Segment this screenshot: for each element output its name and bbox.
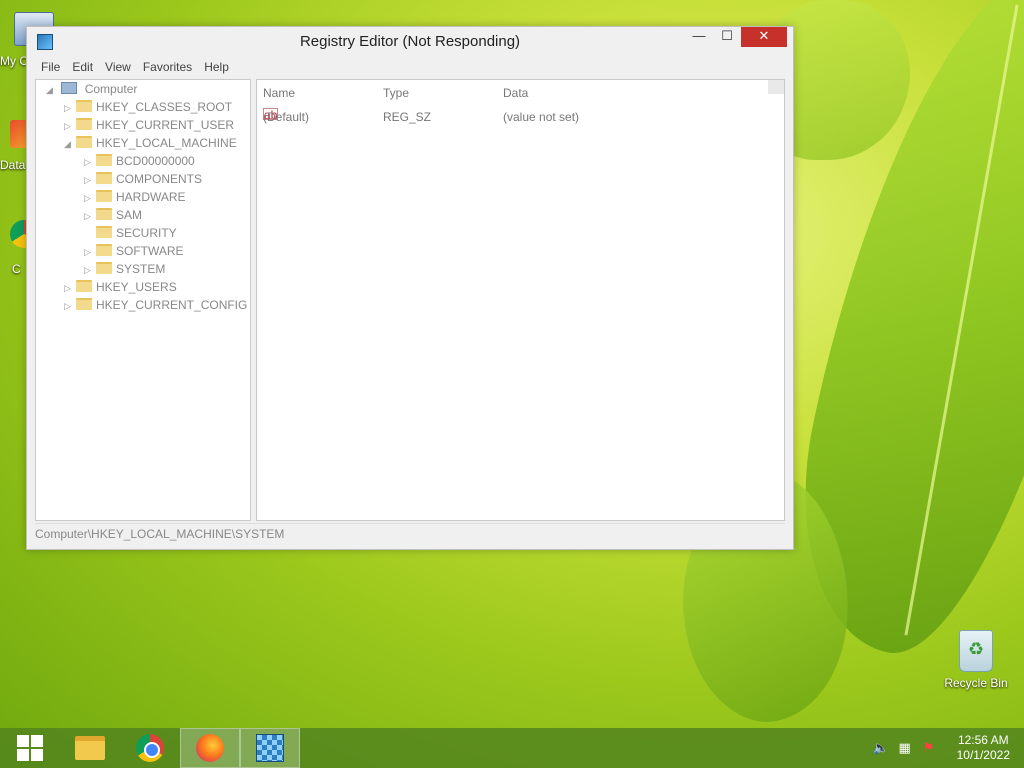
tree-item-components[interactable]: ▷ COMPONENTS xyxy=(84,170,202,188)
tree-item-label: SAM xyxy=(116,208,143,222)
taskbar-registry-editor[interactable] xyxy=(240,728,300,768)
scrollbar-corner xyxy=(768,80,784,94)
firefox-icon xyxy=(196,734,224,762)
tree-item-label: HKEY_CLASSES_ROOT xyxy=(96,100,233,114)
expand-arrow-icon[interactable]: ▷ xyxy=(84,171,96,189)
folder-icon xyxy=(96,208,112,220)
recycle-bin-icon xyxy=(959,630,993,672)
tree-item-hkey-users[interactable]: ▷ HKEY_USERS xyxy=(64,278,177,296)
desktop-icon-recycle-bin[interactable]: Recycle Bin xyxy=(944,630,1008,690)
folder-icon xyxy=(76,100,92,112)
tree-item-label: HKEY_LOCAL_MACHINE xyxy=(96,136,237,150)
folder-icon xyxy=(76,118,92,130)
tree-item-software[interactable]: ▷ SOFTWARE xyxy=(84,242,184,260)
expand-arrow-icon[interactable]: ▷ xyxy=(64,297,76,315)
registry-editor-window[interactable]: Registry Editor (Not Responding) — ☐ ✕ F… xyxy=(26,26,794,550)
clock-time: 12:56 AM xyxy=(957,733,1009,747)
expand-arrow-icon[interactable]: ▷ xyxy=(84,207,96,225)
window-title: Registry Editor (Not Responding) xyxy=(299,33,521,50)
collapse-arrow-icon[interactable]: ◢ xyxy=(46,81,58,99)
tree-item-security[interactable]: SECURITY xyxy=(84,224,177,242)
tree-item-bcd[interactable]: ▷ BCD00000000 xyxy=(84,152,195,170)
value-type: REG_SZ xyxy=(383,110,432,124)
tree-item-hkey-current-user[interactable]: ▷ HKEY_CURRENT_USER xyxy=(64,116,234,134)
tree-item-label: HKEY_CURRENT_CONFIG xyxy=(96,298,248,312)
collapse-arrow-icon[interactable]: ◢ xyxy=(64,135,76,153)
network-icon[interactable]: ▦ xyxy=(897,740,913,756)
expand-arrow-icon[interactable]: ▷ xyxy=(84,243,96,261)
windows-logo-icon xyxy=(17,735,43,761)
folder-icon xyxy=(96,244,112,256)
system-tray: 🔈 ▦ ⚑ 12:56 AM 10/1/2022 xyxy=(873,733,1024,763)
folder-icon xyxy=(96,172,112,184)
window-titlebar[interactable]: Registry Editor (Not Responding) — ☐ ✕ xyxy=(27,27,793,57)
folder-icon xyxy=(76,298,92,310)
menu-bar: File Edit View Favorites Help xyxy=(27,57,793,77)
list-header: Name Type Data xyxy=(257,86,784,104)
menu-view[interactable]: View xyxy=(99,57,137,77)
folder-icon xyxy=(96,226,112,238)
registry-editor-icon xyxy=(37,34,53,50)
taskbar-firefox[interactable] xyxy=(180,728,240,768)
expand-arrow-icon[interactable]: ▷ xyxy=(64,117,76,135)
expand-arrow-icon[interactable]: ▷ xyxy=(64,279,76,297)
expand-arrow-icon[interactable]: ▷ xyxy=(64,99,76,117)
computer-icon xyxy=(61,82,78,94)
tree-item-hkey-current-config[interactable]: ▷ HKEY_CURRENT_CONFIG xyxy=(64,296,247,314)
tree-item-label: HARDWARE xyxy=(116,190,186,204)
tree-item-label: HKEY_USERS xyxy=(96,280,177,294)
folder-icon xyxy=(96,262,112,274)
expand-arrow-icon[interactable]: ▷ xyxy=(84,153,96,171)
menu-edit[interactable]: Edit xyxy=(66,57,99,77)
registry-tree[interactable]: ◢ Computer ▷ HKEY_CLASSES_ROOT ▷ HKEY_CURR… xyxy=(35,79,251,521)
value-data: (value not set) xyxy=(503,110,580,124)
status-path: Computer\HKEY_LOCAL_MACHINE\SYSTEM xyxy=(35,527,285,541)
column-header-type[interactable]: Type xyxy=(383,86,409,100)
chrome-icon xyxy=(136,734,164,762)
tree-item-label: COMPONENTS xyxy=(116,172,203,186)
recycle-bin-label: Recycle Bin xyxy=(944,676,1008,690)
folder-icon xyxy=(76,280,92,292)
folder-icon xyxy=(75,736,105,760)
content-panes: ◢ Computer ▷ HKEY_CLASSES_ROOT ▷ HKEY_CURR… xyxy=(35,79,785,521)
tree-item-label: SOFTWARE xyxy=(116,244,184,258)
expand-arrow-icon[interactable]: ▷ xyxy=(84,189,96,207)
menu-favorites[interactable]: Favorites xyxy=(137,57,198,77)
taskbar: 🔈 ▦ ⚑ 12:56 AM 10/1/2022 xyxy=(0,728,1024,768)
action-center-flag-icon[interactable]: ⚑ xyxy=(921,740,937,756)
value-name: (Default) xyxy=(263,110,310,124)
values-list[interactable]: Name Type Data ab (Default) REG_SZ (value… xyxy=(256,79,785,521)
tree-item-label: BCD00000000 xyxy=(116,154,195,168)
taskbar-chrome[interactable] xyxy=(120,728,180,768)
tree-item-computer[interactable]: ◢ Computer xyxy=(46,80,137,98)
tree-item-label: SECURITY xyxy=(116,226,177,240)
status-bar: Computer\HKEY_LOCAL_MACHINE\SYSTEM xyxy=(35,523,785,543)
tree-item-hardware[interactable]: ▷ HARDWARE xyxy=(84,188,186,206)
maximize-button[interactable]: ☐ xyxy=(713,27,741,47)
menu-help[interactable]: Help xyxy=(198,57,235,77)
tree-item-label: Computer xyxy=(84,82,138,96)
close-button[interactable]: ✕ xyxy=(741,27,787,47)
start-button[interactable] xyxy=(0,728,60,768)
tree-item-system[interactable]: ▷ SYSTEM xyxy=(84,260,165,278)
tree-item-hkey-local-machine[interactable]: ◢ HKEY_LOCAL_MACHINE xyxy=(64,134,237,152)
folder-icon xyxy=(96,190,112,202)
taskbar-file-explorer[interactable] xyxy=(60,728,120,768)
tree-item-hkey-classes-root[interactable]: ▷ HKEY_CLASSES_ROOT xyxy=(64,98,232,116)
folder-icon xyxy=(76,136,92,148)
folder-icon xyxy=(96,154,112,166)
list-row-default[interactable]: ab (Default) REG_SZ (value not set) xyxy=(257,108,784,126)
minimize-button[interactable]: — xyxy=(685,27,713,47)
clock[interactable]: 12:56 AM 10/1/2022 xyxy=(957,733,1010,763)
tree-item-sam[interactable]: ▷ SAM xyxy=(84,206,142,224)
column-header-name[interactable]: Name xyxy=(263,86,295,100)
tree-item-label: SYSTEM xyxy=(116,262,166,276)
expand-arrow-icon[interactable]: ▷ xyxy=(84,261,96,279)
registry-editor-icon xyxy=(256,734,284,762)
column-header-data[interactable]: Data xyxy=(503,86,528,100)
volume-muted-icon[interactable]: 🔈 xyxy=(873,740,889,756)
tree-item-label: HKEY_CURRENT_USER xyxy=(96,118,235,132)
clock-date: 10/1/2022 xyxy=(956,748,1010,762)
menu-file[interactable]: File xyxy=(35,57,66,77)
